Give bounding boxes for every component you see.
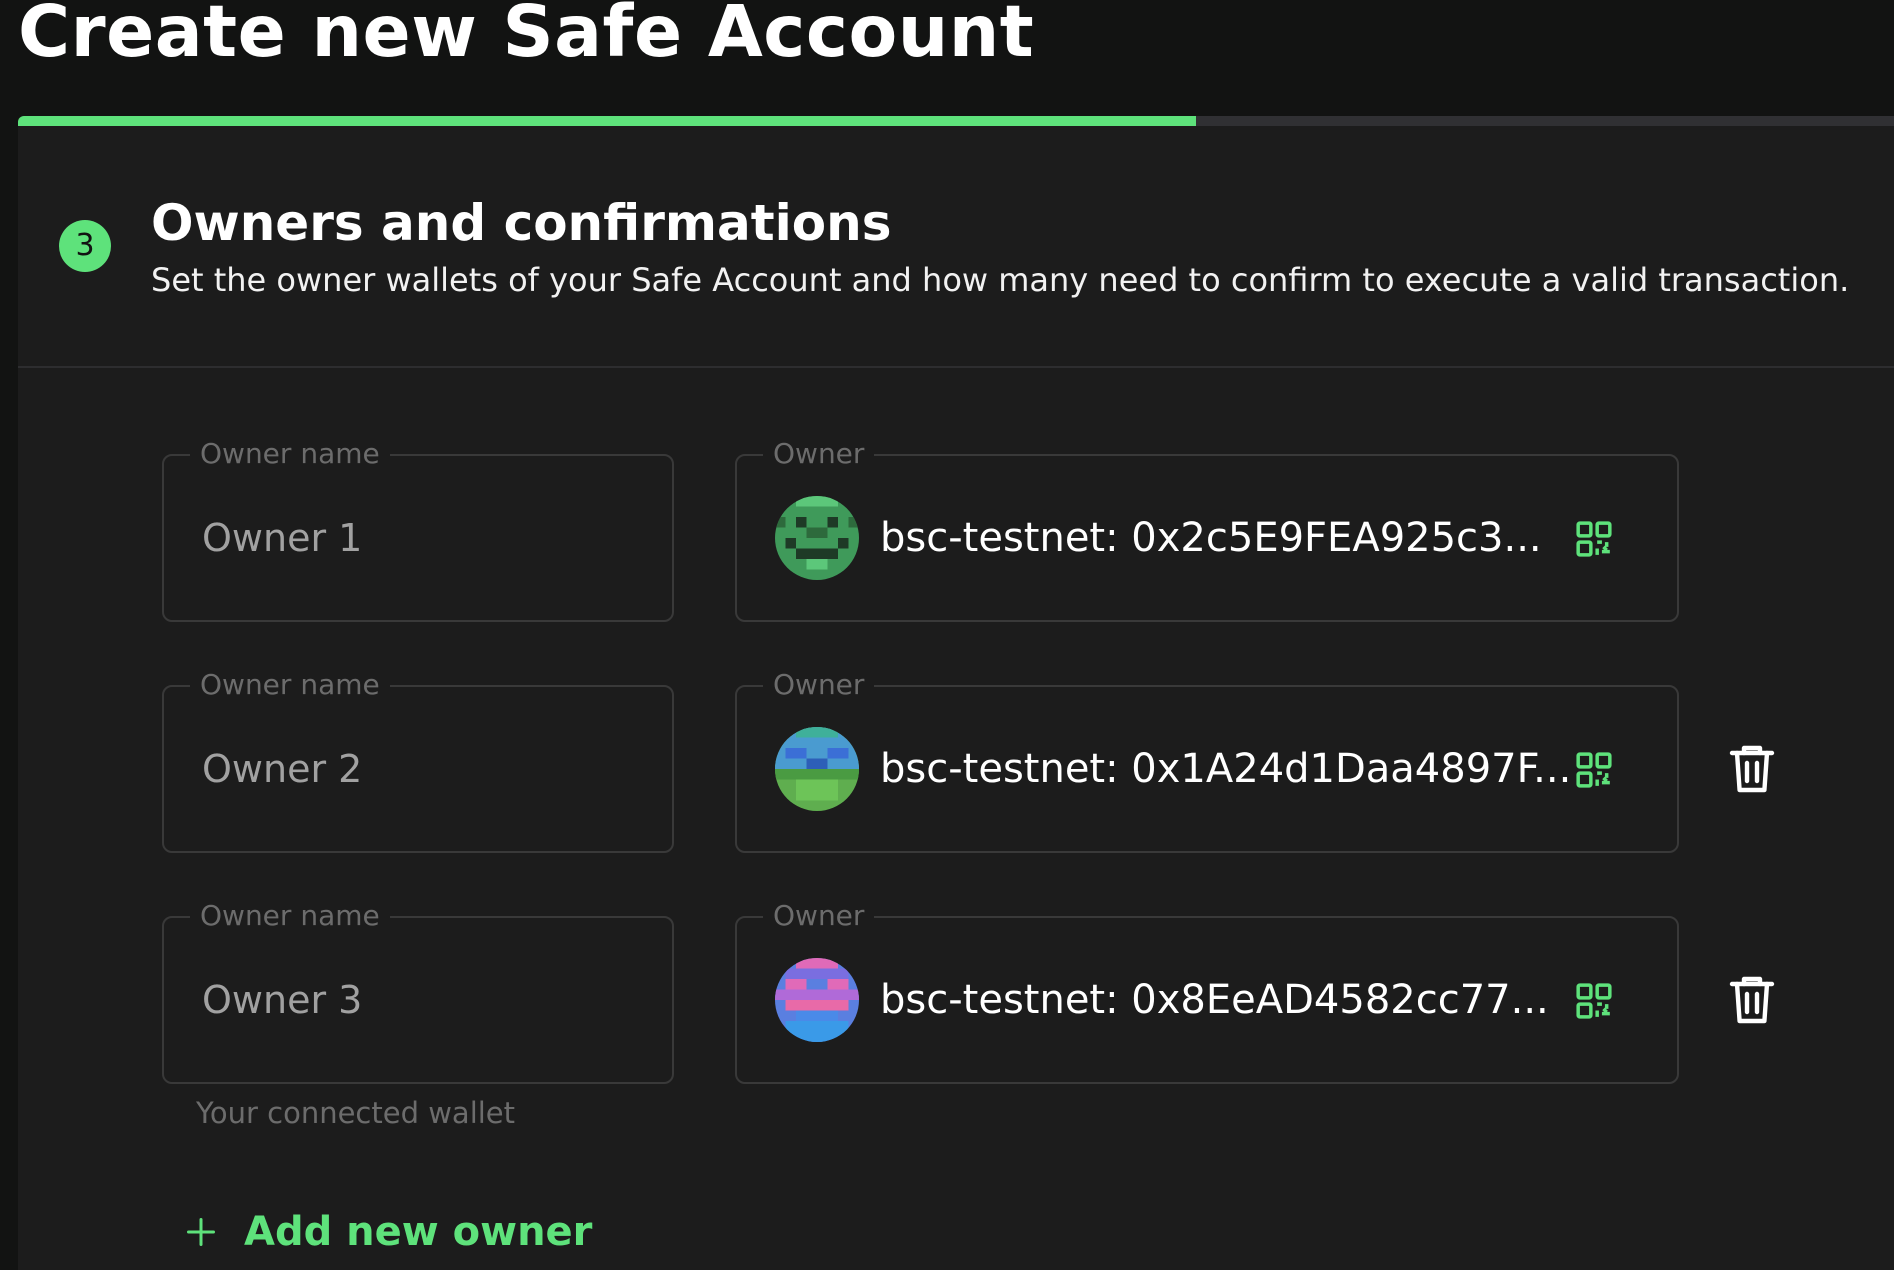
owner-avatar bbox=[775, 958, 859, 1042]
owner-row: Owner name Owner 2 Owner bsc-testnet: 0x… bbox=[18, 667, 1894, 855]
owner-address-field[interactable]: Owner bsc-testnet: 0x1A24d1Daa4897F... bbox=[735, 667, 1679, 853]
owner-address-label: Owner bbox=[763, 667, 875, 703]
owner-row: Owner name Owner 3 Owner bsc-testnet: 0x… bbox=[18, 898, 1894, 1086]
owner-address-field[interactable]: Owner bsc-testnet: 0x2c5E9FEA925c3... bbox=[735, 436, 1679, 622]
owner-address-value[interactable]: bsc-testnet: 0x2c5E9FEA925c3... bbox=[880, 514, 1542, 562]
add-new-owner-button[interactable]: Add new owner bbox=[186, 1202, 592, 1262]
plus-icon bbox=[187, 1218, 215, 1246]
owner-address-label: Owner bbox=[763, 436, 875, 472]
qr-code-icon[interactable] bbox=[1575, 751, 1613, 789]
owner-address-field[interactable]: Owner bsc-testnet: 0x8EeAD4582cc77... bbox=[735, 898, 1679, 1084]
divider bbox=[18, 366, 1894, 368]
owner-name-value[interactable]: Owner 3 bbox=[202, 976, 362, 1024]
qr-code-icon[interactable] bbox=[1575, 982, 1613, 1020]
step-title: Owners and confirmations bbox=[151, 194, 892, 252]
owner-address-label: Owner bbox=[763, 898, 875, 934]
owner-name-field[interactable]: Owner name Owner 2 bbox=[162, 667, 674, 853]
owner-name-field[interactable]: Owner name Owner 1 bbox=[162, 436, 674, 622]
progress-bar bbox=[18, 116, 1894, 126]
step-number-badge: 3 bbox=[59, 220, 111, 272]
owner-avatar bbox=[775, 727, 859, 811]
trash-icon[interactable] bbox=[1728, 743, 1776, 795]
progress-bar-fill bbox=[18, 116, 1197, 126]
owner-name-label: Owner name bbox=[190, 898, 390, 934]
connected-wallet-hint: Your connected wallet bbox=[196, 1096, 516, 1130]
owner-avatar bbox=[775, 496, 859, 580]
step-subtitle: Set the owner wallets of your Safe Accou… bbox=[151, 261, 1850, 299]
add-new-owner-label: Add new owner bbox=[244, 1209, 593, 1255]
owner-name-value[interactable]: Owner 2 bbox=[202, 745, 362, 793]
step-card: 3 Owners and confirmations Set the owner… bbox=[18, 126, 1894, 1270]
owner-row: Owner name Owner 1 Owner bsc-testnet: 0x… bbox=[18, 436, 1894, 624]
owner-address-value[interactable]: bsc-testnet: 0x8EeAD4582cc77... bbox=[880, 976, 1549, 1024]
trash-icon[interactable] bbox=[1728, 974, 1776, 1026]
owner-name-label: Owner name bbox=[190, 436, 390, 472]
page-title: Create new Safe Account bbox=[18, 0, 1035, 73]
owner-name-value[interactable]: Owner 1 bbox=[202, 514, 362, 562]
owner-name-field[interactable]: Owner name Owner 3 bbox=[162, 898, 674, 1084]
owner-address-value[interactable]: bsc-testnet: 0x1A24d1Daa4897F... bbox=[880, 745, 1571, 793]
qr-code-icon[interactable] bbox=[1575, 520, 1613, 558]
owner-name-label: Owner name bbox=[190, 667, 390, 703]
